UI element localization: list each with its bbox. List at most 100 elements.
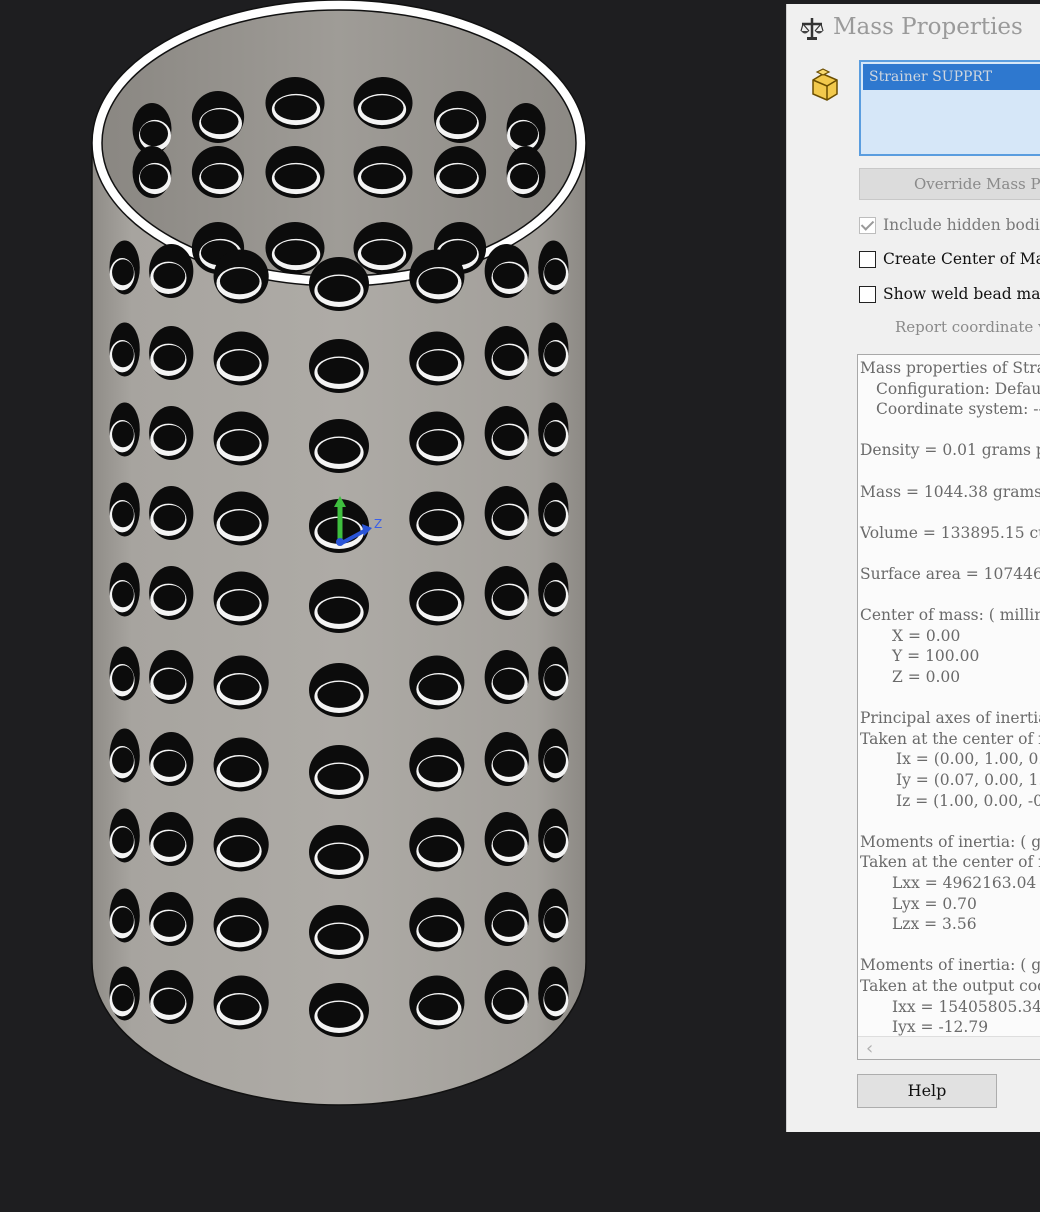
selected-items-list[interactable]: Strainer SUPPRT [859, 60, 1040, 156]
hole-through [219, 268, 260, 295]
dialog-title-bar[interactable]: Mass Properties [787, 4, 1040, 50]
hole-through [153, 584, 186, 611]
hole-through [509, 164, 539, 190]
hole-through [317, 923, 361, 950]
results-line: X = 0.00 [892, 626, 961, 645]
results-line: Lzx = 3.56 [892, 915, 977, 934]
hole-through [200, 164, 239, 190]
hole-through [153, 988, 186, 1015]
hole-through [112, 747, 134, 774]
hole-through [317, 681, 361, 708]
hole-through [544, 665, 566, 692]
mass-properties-dialog: Mass Properties Strainer SUPPRT Override… [786, 4, 1040, 1132]
report-coordinate-values-link[interactable]: Report coordinate va [895, 318, 1040, 336]
hole-through [153, 830, 186, 857]
hole-through [492, 668, 525, 695]
hole-through [317, 1001, 361, 1028]
perforated-cylinder-model[interactable]: Z [0, 0, 780, 1208]
hole-through [219, 756, 260, 783]
hole-through [492, 988, 525, 1015]
results-line: Principal axes of inertia a [860, 709, 1040, 728]
hole-through [544, 985, 566, 1012]
hole-through [219, 510, 260, 537]
hole-through [112, 341, 134, 368]
hole-through [361, 240, 404, 266]
hole-through [219, 674, 260, 701]
hole-through [153, 750, 186, 777]
show-weld-bead-mass-checkbox[interactable] [859, 286, 876, 303]
results-line: Volume = 133895.15 cubi [860, 523, 1040, 542]
scale-icon [800, 18, 824, 40]
hole-through [317, 843, 361, 870]
hole-through [317, 597, 361, 624]
override-mass-properties-button[interactable]: Override Mass Pr [859, 168, 1040, 200]
results-line: Ix = (0.00, 1.00, 0.0 [896, 750, 1040, 769]
results-line: Configuration: Default [876, 379, 1040, 398]
results-line: Mass properties of Strain [860, 359, 1040, 377]
hole-through [492, 344, 525, 371]
hole-through [544, 827, 566, 854]
include-hidden-bodies-checkbox[interactable] [859, 217, 876, 234]
hole-through [153, 504, 186, 531]
hole-through [544, 341, 566, 368]
hole-through [139, 121, 169, 147]
hole-through [418, 590, 459, 617]
create-center-of-mass-checkbox[interactable] [859, 251, 876, 268]
hole-through [492, 262, 525, 289]
help-button[interactable]: Help [857, 1074, 997, 1108]
hole-through [153, 910, 186, 937]
hole-through [317, 437, 361, 464]
hole-through [492, 504, 525, 531]
hole-through [544, 907, 566, 934]
hole-through [219, 430, 260, 457]
hole-through [274, 240, 317, 266]
hole-through [112, 985, 134, 1012]
hole-through [418, 268, 459, 295]
show-weld-bead-mass-label: Show weld bead mass [883, 285, 1040, 303]
create-center-of-mass-label: Create Center of Mass [883, 250, 1040, 268]
results-line: Density = 0.01 grams per [860, 441, 1040, 460]
include-hidden-bodies-label: Include hidden bodies [883, 216, 1040, 234]
hole-through [112, 827, 134, 854]
results-line: Iyx = -12.79 [892, 1018, 989, 1037]
hole-through [112, 501, 134, 528]
hole-through [418, 350, 459, 377]
hole-through [200, 109, 239, 135]
hole-through [439, 109, 478, 135]
hole-through [219, 350, 260, 377]
hole-through [492, 750, 525, 777]
results-line: Iy = (0.07, 0.00, 1.0 [896, 771, 1040, 789]
hole-through [112, 665, 134, 692]
scroll-left-arrow-icon[interactable]: ‹ [866, 1038, 873, 1059]
hole-through [112, 581, 134, 608]
cylinder-inner-wall [101, 9, 577, 277]
hole-through [544, 421, 566, 448]
hole-through [274, 164, 317, 190]
hole-through [492, 584, 525, 611]
results-line: Lxx = 4962163.04 [892, 874, 1037, 892]
hole-through [544, 501, 566, 528]
mass-properties-results[interactable]: Mass properties of Strain Configuration: … [857, 354, 1040, 1060]
hole-through [509, 121, 539, 147]
hole-through [317, 357, 361, 384]
hole-through [361, 164, 404, 190]
results-line: Y = 100.00 [892, 647, 980, 666]
hole-through [492, 424, 525, 451]
part-selection-icon[interactable] [809, 68, 841, 102]
results-line: Coordinate system: -- d [876, 400, 1040, 419]
results-line: Taken at the center of ma [860, 729, 1040, 748]
hole-through [153, 668, 186, 695]
results-line: Taken at the output coord [860, 977, 1040, 995]
dialog-title: Mass Properties [833, 14, 1023, 40]
hole-through [418, 510, 459, 537]
graphics-viewport[interactable]: Z [0, 0, 780, 1208]
hole-through [418, 756, 459, 783]
hole-through [418, 674, 459, 701]
hole-through [274, 95, 317, 121]
results-line: Mass = 1044.38 grams [860, 482, 1040, 501]
hole-through [219, 836, 260, 863]
selected-item[interactable]: Strainer SUPPRT [863, 64, 1040, 90]
results-line: Moments of inertia: ( gran [860, 956, 1040, 975]
results-horizontal-scrollbar[interactable]: ‹ [858, 1036, 1040, 1059]
hole-through [112, 421, 134, 448]
